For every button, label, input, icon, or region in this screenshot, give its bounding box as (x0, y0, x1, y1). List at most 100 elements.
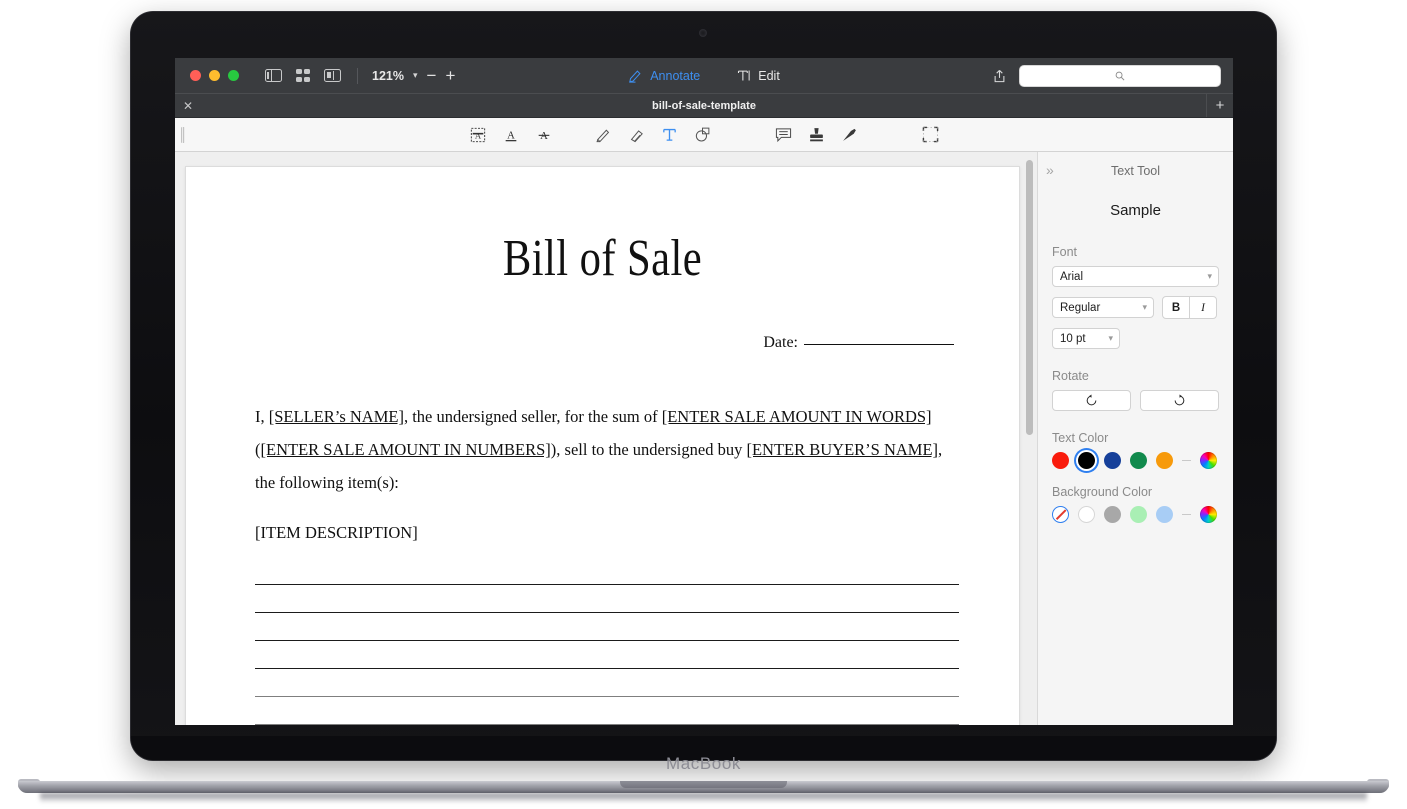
search-input[interactable] (1020, 65, 1220, 86)
crop-tool[interactable] (914, 118, 947, 151)
blank-line (255, 697, 959, 725)
tab-annotate-label: Annotate (650, 68, 701, 83)
font-style-select[interactable]: Regular ▾ (1052, 297, 1154, 318)
note-tool[interactable] (767, 118, 800, 151)
seller-name-placeholder: [SELLER’s NAME] (268, 407, 404, 426)
italic-button[interactable]: I (1190, 297, 1216, 318)
signature-tool[interactable] (833, 118, 866, 151)
base-notch (620, 781, 787, 788)
pen-tool[interactable] (587, 118, 620, 151)
document-page: Bill of Sale Date: I, [SELLER’s NAME], t… (185, 166, 1020, 725)
window-controls (190, 70, 239, 81)
text-cursor-icon (738, 70, 750, 81)
swatch-divider (1182, 513, 1191, 516)
background-color-swatches (1052, 506, 1219, 523)
zoom-out-button[interactable]: − (427, 67, 437, 84)
document-viewport[interactable]: Bill of Sale Date: I, [SELLER’s NAME], t… (175, 152, 1038, 725)
background-color-light-green[interactable] (1130, 506, 1147, 523)
collapse-panel-icon[interactable]: » (1046, 162, 1054, 178)
rotate-left-icon (1086, 394, 1097, 406)
share-icon[interactable] (992, 68, 1007, 84)
background-color-gray[interactable] (1104, 506, 1121, 523)
text-color-swatches (1052, 452, 1219, 469)
note-icon (775, 128, 791, 143)
background-color-label: Background Color (1052, 485, 1153, 499)
blank-line (255, 641, 959, 669)
toolbar-divider (357, 67, 358, 84)
para-mid-3: ), sell to the undersigned buy (550, 440, 747, 459)
text-color-black[interactable] (1078, 452, 1095, 469)
document-scrollbar[interactable] (1026, 160, 1033, 435)
font-size-select[interactable]: 10 pt ▾ (1052, 328, 1120, 349)
shapes-icon (695, 127, 709, 142)
font-family-select[interactable]: Arial ▾ (1052, 266, 1219, 287)
underline-tool[interactable]: A (495, 118, 528, 151)
chevron-down-icon: ▾ (1142, 302, 1147, 312)
text-color-green[interactable] (1130, 452, 1147, 469)
view-mode-group (265, 69, 341, 82)
underline-icon: A (505, 130, 517, 141)
text-color-orange[interactable] (1156, 452, 1173, 469)
rotate-right-button[interactable] (1140, 390, 1219, 411)
tab-annotate[interactable]: Annotate (628, 68, 700, 83)
font-section: Font Arial ▾ Regular ▾ B I 10 pt ▾ (1052, 245, 1219, 349)
chevron-down-icon: ▾ (1207, 271, 1212, 281)
two-page-view-icon[interactable] (324, 69, 341, 82)
zoom-in-button[interactable]: + (445, 67, 455, 84)
tab-edit[interactable]: Edit (736, 68, 780, 83)
zoom-level-value[interactable]: 121% (372, 69, 404, 83)
text-color-wheel[interactable] (1200, 452, 1217, 469)
background-color-none[interactable] (1052, 506, 1069, 523)
minimize-window-button[interactable] (209, 70, 220, 81)
bold-italic-group: B I (1162, 296, 1217, 319)
close-window-button[interactable] (190, 70, 201, 81)
search-icon (1115, 71, 1125, 80)
highlight-tool[interactable]: A (462, 118, 495, 151)
stamp-tool[interactable] (800, 118, 833, 151)
swatch-divider (1182, 459, 1191, 462)
blank-line (255, 613, 959, 641)
date-blank-rule (804, 344, 954, 345)
rotate-section-label: Rotate (1052, 369, 1089, 383)
blank-line (255, 557, 959, 585)
document-paragraph: I, [SELLER’s NAME], the undersigned sell… (255, 400, 959, 499)
date-label: Date: (763, 334, 798, 351)
thumbnail-grid-view-icon[interactable] (296, 69, 310, 82)
zoom-control: 121% ▾ − + (372, 67, 455, 84)
document-title: Bill of Sale (502, 230, 703, 287)
eraser-tool[interactable] (620, 118, 653, 151)
svg-text:A: A (540, 131, 548, 142)
new-tab-button[interactable]: + (1206, 94, 1233, 117)
background-color-light-blue[interactable] (1156, 506, 1173, 523)
font-section-label: Font (1052, 245, 1078, 259)
text-color-label: Text Color (1052, 431, 1109, 445)
macbook-brand-label: MacBook (665, 754, 742, 773)
strikethrough-tool[interactable]: A (528, 118, 561, 151)
rotate-button-group (1052, 390, 1219, 411)
tab-bar: ✕ bill-of-sale-template + (175, 93, 1233, 118)
rotate-left-button[interactable] (1052, 390, 1131, 411)
bold-button[interactable]: B (1163, 297, 1190, 318)
sidebar-view-icon[interactable] (265, 69, 282, 82)
text-color-red[interactable] (1052, 452, 1069, 469)
shapes-tool[interactable] (686, 118, 719, 151)
background-color-white[interactable] (1078, 506, 1095, 523)
tab-edit-label: Edit (758, 68, 780, 83)
annotation-tool-group: A A A (175, 118, 1233, 151)
annotate-pen-icon (629, 70, 641, 83)
text-color-blue[interactable] (1104, 452, 1121, 469)
text-tool-icon (662, 128, 676, 141)
tab-title[interactable]: bill-of-sale-template (175, 100, 1233, 112)
maximize-window-button[interactable] (228, 70, 239, 81)
rotate-right-icon (1174, 394, 1185, 406)
svg-text:A: A (475, 130, 482, 140)
item-description-placeholder: [ITEM DESCRIPTION] (255, 523, 418, 542)
camera-icon (699, 29, 707, 37)
font-style-value: Regular (1060, 301, 1101, 314)
text-color-section: Text Color (1052, 431, 1219, 469)
background-color-wheel[interactable] (1200, 506, 1217, 523)
text-tool[interactable] (653, 118, 686, 151)
titlebar-right-tools (992, 58, 1220, 93)
blank-lines-group (255, 557, 959, 725)
chevron-down-icon[interactable]: ▾ (413, 70, 418, 81)
